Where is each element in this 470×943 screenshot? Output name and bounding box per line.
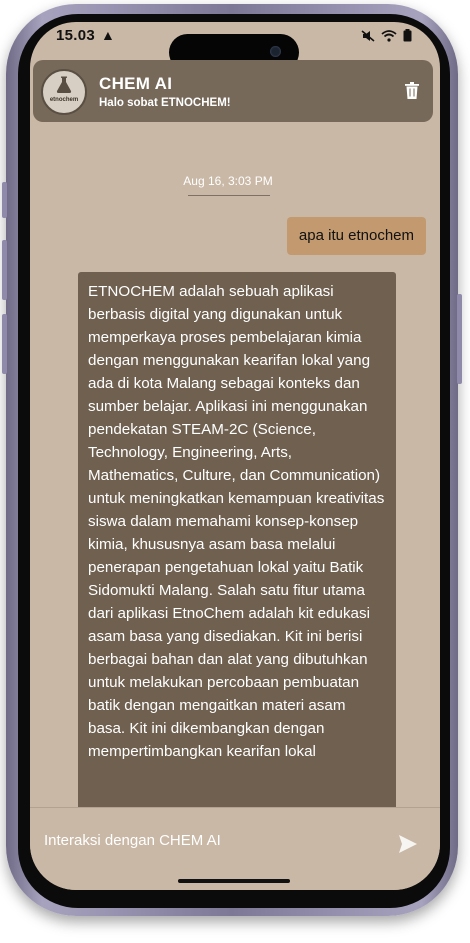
send-icon[interactable] [398, 834, 418, 854]
status-time: 15.03 [56, 27, 96, 44]
status-icons [361, 29, 412, 42]
camera-lens [270, 46, 281, 57]
chat-title: CHEM AI [99, 74, 173, 93]
flask-icon [56, 76, 72, 93]
phone-power-button [457, 294, 462, 384]
chat-subtitle: Halo sobat ETNOCHEM! [99, 97, 231, 109]
message-input[interactable]: Interaksi dengan CHEM AI [44, 832, 221, 849]
phone-volume-up-button [2, 240, 7, 300]
wifi-icon [381, 29, 397, 42]
trash-icon[interactable] [405, 82, 419, 99]
warning-icon: ▲ [101, 27, 115, 43]
avatar-label: etnochem [49, 97, 79, 103]
bot-message-text: ETNOCHEM adalah sebuah aplikasi berbasis… [88, 283, 385, 760]
user-message-bubble: apa itu etnochem [286, 217, 426, 255]
bot-message-bubble: ETNOCHEM adalah sebuah aplikasi berbasis… [78, 272, 396, 812]
phone-side-button [2, 182, 7, 218]
battery-icon [403, 29, 412, 42]
mute-icon [361, 29, 375, 42]
message-input-bar[interactable]: Interaksi dengan CHEM AI [30, 807, 440, 890]
phone-volume-down-button [2, 314, 7, 374]
home-indicator[interactable] [178, 879, 290, 883]
message-timestamp: Aug 16, 3:03 PM [183, 174, 273, 188]
app-screen: 15.03 ▲ etnochem CHEM AI Halo sobat ETNO… [30, 22, 440, 890]
timestamp-divider [188, 195, 270, 196]
avatar: etnochem [41, 69, 87, 115]
chat-header: etnochem CHEM AI Halo sobat ETNOCHEM! [33, 60, 433, 122]
